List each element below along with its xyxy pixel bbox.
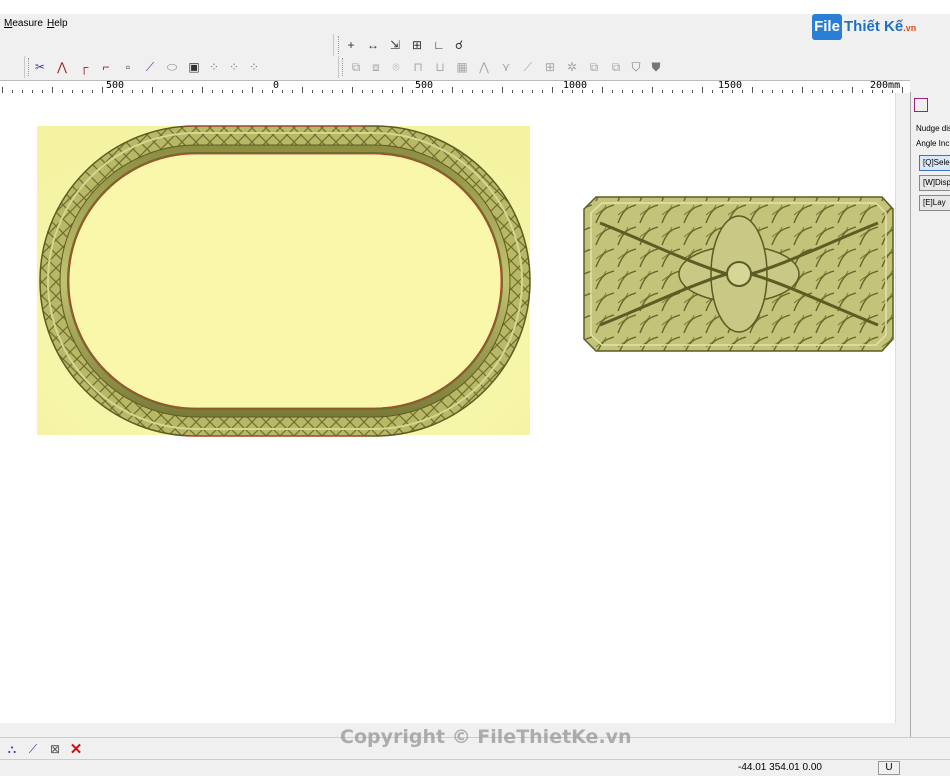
sun-icon[interactable]: ✲ [563,58,581,76]
angle-icon[interactable]: ∟ [430,36,448,54]
brand-logo: File Thiết Kế.vn [812,14,922,42]
chamfer-icon[interactable]: ⌐ [97,58,115,76]
status-bar: -44.01 354.01 0.00 U [0,759,950,776]
transform-icon[interactable]: ⇲ [386,36,404,54]
corner-icon[interactable]: ▫ [119,58,137,76]
logo-text: Thiết Kế.vn [844,18,917,35]
angle-increment-label: Angle Inc [916,139,950,148]
curve-icon[interactable]: ⟋ [141,58,159,76]
ruler-label: 200mm [870,80,901,91]
measure-distance-icon[interactable]: ↔ [364,36,382,54]
delete-icon[interactable]: ✕ [67,740,85,758]
node-edit-icon[interactable]: ⁘ [205,58,223,76]
shield-icon[interactable]: ⛊ [647,58,665,76]
ornament-panel-relief[interactable] [583,196,894,352]
ruler-label: 0 [273,80,280,91]
node-edit-icon[interactable]: ⁘ [225,58,243,76]
select-button[interactable]: [Q]Sele [919,155,950,171]
display-button[interactable]: [W]Disp [919,175,950,191]
canvas-drawing [37,125,894,437]
node-edit-icon[interactable]: ⁘ [245,58,263,76]
array-icon[interactable]: ⊞ [541,58,559,76]
menu-measure[interactable]: Measure [4,18,43,29]
align-icon[interactable]: ⧈ [367,58,385,76]
panel-tab-icon[interactable] [914,98,928,112]
align-icon[interactable]: ⧉ [347,58,365,76]
measure-toolbar: + ↔ ⇲ ⊞ ∟ ☌ [333,34,470,56]
menu-bar: Measure Help [0,14,950,34]
tool-icon[interactable]: ⟋ [24,740,42,758]
properties-panel: Nudge dis Angle Inc [Q]Sele [W]Disp [E]L… [910,92,950,737]
nudge-distance-label: Nudge dis [916,124,950,133]
group-icon[interactable]: ⧉ [607,58,625,76]
shield-icon[interactable]: ⛉ [627,58,645,76]
polyline-icon[interactable]: ⋎ [497,58,515,76]
scale-icon[interactable]: ⊞ [408,36,426,54]
ruler-label: 1000 [563,80,588,91]
title-strip [0,0,950,14]
ellipse-icon[interactable]: ⬭ [163,58,181,76]
lasso-icon[interactable]: ☌ [450,36,468,54]
align-toolbar: ⧉ ⧈ ⌾ ⊓ ⊔ ▦ ⋀ ⋎ ⟋ ⊞ ✲ ⧉ ⧉ ⛉ ⛊ [338,56,669,78]
layer-button[interactable]: [E]Lay [919,195,950,211]
fillet-icon[interactable]: ┌ [75,58,93,76]
menu-help[interactable]: Help [47,18,68,29]
polyline-icon[interactable]: ⋀ [475,58,493,76]
plus-icon[interactable]: + [342,36,360,54]
design-canvas[interactable] [0,93,895,723]
frame-icon[interactable]: ▣ [185,58,203,76]
align-icon[interactable]: ⌾ [387,58,405,76]
logo-mark: File [812,14,842,40]
grid-icon[interactable]: ▦ [453,58,471,76]
polyline-icon[interactable]: ⟋ [519,58,537,76]
tool-icon[interactable]: ⊠ [46,740,64,758]
oval-frame-relief[interactable] [37,125,531,437]
horizontal-ruler: 500 0 500 1000 1500 200mm [0,80,910,94]
group-icon[interactable]: ⧉ [585,58,603,76]
vertical-scrollbar[interactable] [895,93,910,723]
tool-icon[interactable]: ⛬ [3,740,21,758]
cursor-coordinates: -44.01 354.01 0.00 [738,762,822,773]
ruler-label: 500 [415,80,434,91]
units-indicator: U [878,761,900,775]
drawing-toolbar: ✂ ⋀ ┌ ⌐ ▫ ⟋ ⬭ ▣ ⁘ ⁘ ⁘ [24,56,269,78]
extend-icon[interactable]: ⋀ [53,58,71,76]
copyright-watermark: Copyright © FileThietKe.vn [340,726,632,748]
trim-icon[interactable]: ✂ [31,58,49,76]
align-icon[interactable]: ⊔ [431,58,449,76]
align-icon[interactable]: ⊓ [409,58,427,76]
